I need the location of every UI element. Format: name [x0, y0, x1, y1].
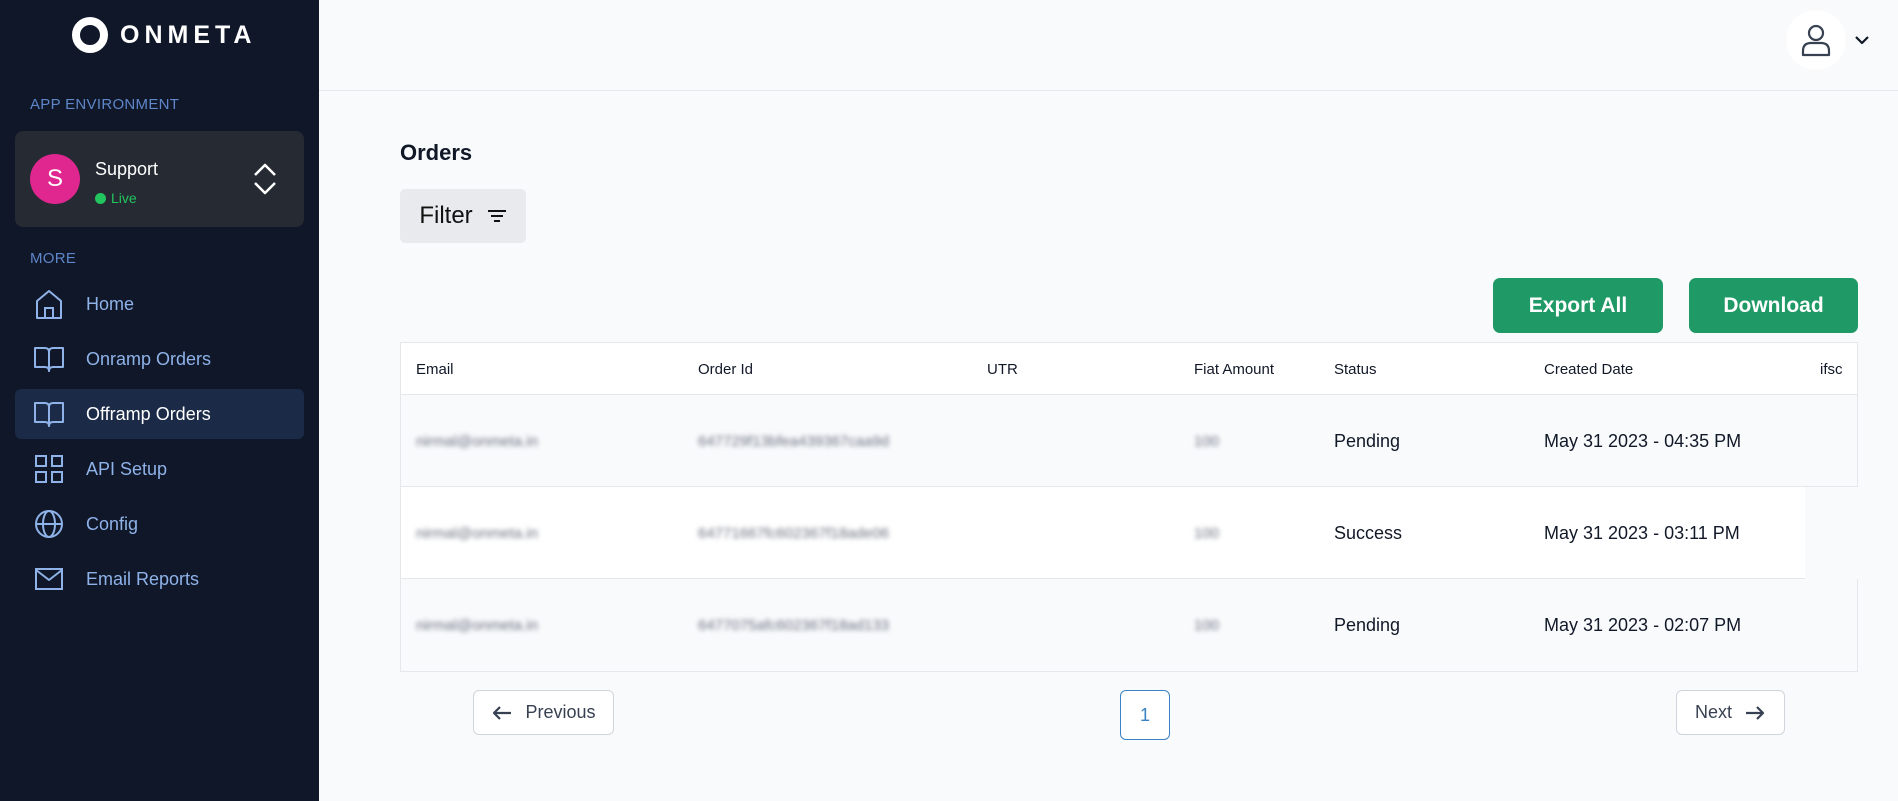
mail-icon: [32, 562, 66, 596]
filter-label: Filter: [419, 202, 473, 229]
environment-switcher[interactable]: S Support Live: [15, 131, 304, 227]
filter-button[interactable]: Filter: [400, 189, 526, 243]
sidebar-item-offramp-orders[interactable]: Offramp Orders: [15, 389, 304, 439]
environment-avatar: S: [30, 154, 80, 204]
brand-name: ONMETA: [120, 20, 257, 49]
cell-email: nirmal@onmeta.in: [416, 617, 538, 634]
cell-status: Pending: [1334, 615, 1401, 635]
previous-label: Previous: [525, 702, 596, 722]
column-header-created-date[interactable]: Created Date: [1544, 361, 1633, 378]
more-label: MORE: [30, 250, 77, 267]
arrow-right-icon: [1746, 705, 1765, 720]
user-menu[interactable]: [1786, 10, 1870, 70]
table-row[interactable]: nirmal@onmeta.in 647729f13bfea439367caa9…: [401, 395, 1857, 487]
logo-mark-icon: [72, 17, 108, 53]
previous-page-button[interactable]: Previous: [473, 690, 614, 735]
live-dot-icon: [95, 192, 106, 204]
sidebar-item-label: Email Reports: [86, 568, 200, 589]
table-row[interactable]: nirmal@onmeta.in 6477075afc602367f18ad13…: [401, 579, 1857, 671]
grid-icon: [32, 452, 66, 486]
column-header-order-id[interactable]: Order Id: [698, 361, 753, 378]
sidebar: ONMETA APP ENVIRONMENT S Support Live MO…: [0, 0, 319, 801]
user-avatar[interactable]: [1786, 10, 1846, 70]
app-environment-label: APP ENVIRONMENT: [30, 96, 180, 113]
column-header-fiat-amount[interactable]: Fiat Amount: [1194, 361, 1274, 378]
top-bar: [319, 0, 1898, 91]
cell-created-date: May 31 2023 - 02:07 PM: [1544, 615, 1742, 635]
column-header-utr[interactable]: UTR: [987, 361, 1018, 378]
sidebar-item-onramp-orders[interactable]: Onramp Orders: [15, 334, 304, 384]
environment-status: Live: [95, 190, 137, 206]
sidebar-item-label: Offramp Orders: [86, 403, 211, 424]
sidebar-item-label: Home: [86, 293, 135, 314]
cell-fiat-amount: 100: [1194, 525, 1220, 542]
table-row[interactable]: nirmal@onmeta.in 64771667fc602367f18ade0…: [401, 487, 1859, 579]
globe-icon: [32, 507, 66, 541]
environment-name: Support: [95, 159, 159, 179]
cell-email: nirmal@onmeta.in: [416, 433, 538, 450]
home-icon: [32, 287, 66, 321]
cell-created-date: May 31 2023 - 04:35 PM: [1544, 431, 1742, 451]
cell-order-id: 64771667fc602367f18ade06: [698, 525, 890, 542]
sidebar-item-api-setup[interactable]: API Setup: [15, 444, 304, 494]
cell-fiat-amount: 100: [1194, 617, 1220, 634]
chevron-down-icon[interactable]: [1854, 35, 1870, 45]
book-icon: [32, 342, 66, 376]
page-title: Orders: [400, 140, 473, 165]
filter-icon: [487, 210, 506, 222]
sidebar-item-label: Onramp Orders: [86, 348, 212, 369]
chevron-up-down-icon[interactable]: [251, 161, 279, 197]
cell-email: nirmal@onmeta.in: [416, 525, 538, 542]
user-icon: [1801, 24, 1831, 57]
next-label: Next: [1694, 702, 1732, 722]
sidebar-item-label: API Setup: [86, 458, 168, 479]
sidebar-item-email-reports[interactable]: Email Reports: [15, 554, 304, 604]
onmeta-logo[interactable]: ONMETA: [72, 17, 256, 53]
sidebar-item-label: Config: [86, 513, 139, 534]
cell-ifsc: [1805, 487, 1859, 579]
column-header-status[interactable]: Status: [1334, 361, 1377, 378]
next-page-button[interactable]: Next: [1676, 690, 1785, 735]
cell-fiat-amount: 100: [1194, 433, 1220, 450]
cell-created-date: May 31 2023 - 03:11 PM: [1544, 523, 1740, 543]
export-all-button[interactable]: Export All: [1493, 278, 1663, 333]
download-button[interactable]: Download: [1689, 278, 1858, 333]
cell-order-id: 6477075afc602367f18ad133: [698, 617, 890, 634]
column-header-ifsc[interactable]: ifsc: [1820, 361, 1843, 378]
orders-table: Email Order Id UTR Fiat Amount Status Cr…: [400, 342, 1859, 672]
cell-status: Success: [1334, 523, 1403, 543]
sidebar-item-home[interactable]: Home: [15, 279, 304, 329]
book-icon: [32, 397, 66, 431]
cell-order-id: 647729f13bfea439367caa9d: [698, 433, 890, 450]
cell-status: Pending: [1334, 431, 1401, 451]
table-header: Email Order Id UTR Fiat Amount Status Cr…: [401, 343, 1857, 395]
page-number-button[interactable]: 1: [1120, 690, 1170, 740]
arrow-left-icon: [493, 705, 512, 720]
column-header-email[interactable]: Email: [416, 361, 454, 378]
sidebar-item-config[interactable]: Config: [15, 499, 304, 549]
environment-status-label: Live: [111, 190, 137, 206]
